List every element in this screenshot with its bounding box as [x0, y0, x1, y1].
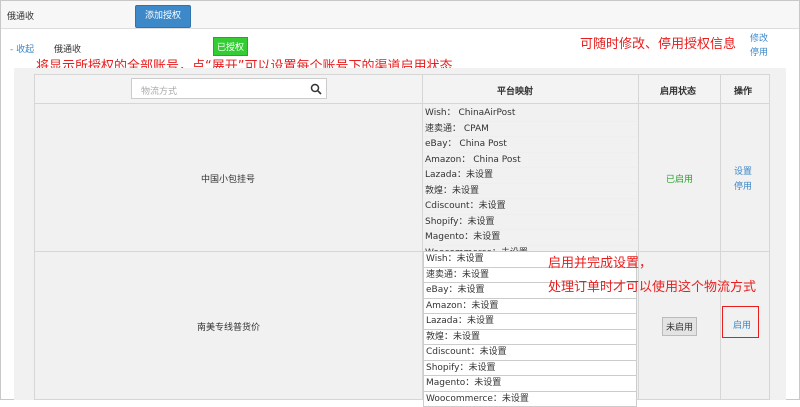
column-divider [638, 74, 639, 400]
header-action: 操作 [734, 84, 752, 97]
status-disabled-badge: 未启用 [662, 317, 697, 336]
add-authorization-button[interactable]: 添加授权 [135, 5, 191, 28]
enable-link[interactable]: 启用 [733, 318, 751, 331]
table-row [34, 252, 770, 400]
settings-link[interactable]: 设置 [734, 165, 752, 180]
account-actions: 修改 停用 [750, 32, 768, 60]
mapping-item: Shopify：未设置 [423, 215, 637, 231]
mapping-item: Cdiscount：未设置 [423, 199, 637, 215]
mapping-item: Amazon： China Post [423, 153, 637, 169]
authorized-badge: 已授权 [213, 37, 248, 56]
status-enabled: 已启用 [666, 172, 693, 185]
column-divider [720, 74, 721, 400]
account-name: 俄通收 [54, 42, 81, 55]
annotation-enable-2: 处理订单时才可以使用这个物流方式 [548, 276, 756, 295]
header-status: 启用状态 [660, 84, 696, 97]
mapping-item: 敦煌：未设置 [423, 330, 637, 346]
mapping-item: Magento：未设置 [423, 376, 637, 392]
search-placeholder: 物流方式 [141, 84, 177, 97]
top-bar: 俄通收 添加授权 [1, 1, 799, 29]
mapping-list: Wish：未设置 速卖通：未设置 eBay：未设置 Amazon：未设置 Laz… [423, 251, 637, 407]
mapping-item: eBay： China Post [423, 137, 637, 153]
disable-link[interactable]: 停用 [750, 46, 768, 60]
mapping-list: Wish： ChinaAirPost 速卖通： CPAM eBay： China… [423, 106, 637, 261]
mapping-item: 敦煌：未设置 [423, 184, 637, 200]
table-row [34, 104, 770, 252]
disable-channel-link[interactable]: 停用 [734, 180, 752, 195]
page-title: 俄通收 [7, 9, 34, 22]
mapping-item: Cdiscount：未设置 [423, 345, 637, 361]
row-actions: 设置 停用 [734, 165, 752, 195]
mapping-item: 速卖通： CPAM [423, 122, 637, 138]
annotation-modify: 可随时修改、停用授权信息 [580, 33, 736, 52]
mapping-item: Lazada：未设置 [423, 314, 637, 330]
shipping-method-name: 南美专线普货价 [197, 320, 260, 333]
mapping-item: Magento：未设置 [423, 230, 637, 246]
mapping-item: Woocommerce：未设置 [423, 392, 637, 407]
search-icon[interactable] [310, 83, 322, 95]
mapping-item: Wish： ChinaAirPost [423, 106, 637, 122]
search-input[interactable]: 物流方式 [131, 78, 327, 99]
mapping-item: Amazon：未设置 [423, 299, 637, 315]
shipping-method-name: 中国小包挂号 [201, 172, 255, 185]
annotation-enable-1: 启用并完成设置， [548, 252, 652, 271]
mapping-item: Lazada：未设置 [423, 168, 637, 184]
mapping-item: Shopify：未设置 [423, 361, 637, 377]
collapse-link[interactable]: - 收起 [10, 42, 34, 55]
edit-link[interactable]: 修改 [750, 32, 768, 46]
header-mapping: 平台映射 [497, 84, 533, 97]
